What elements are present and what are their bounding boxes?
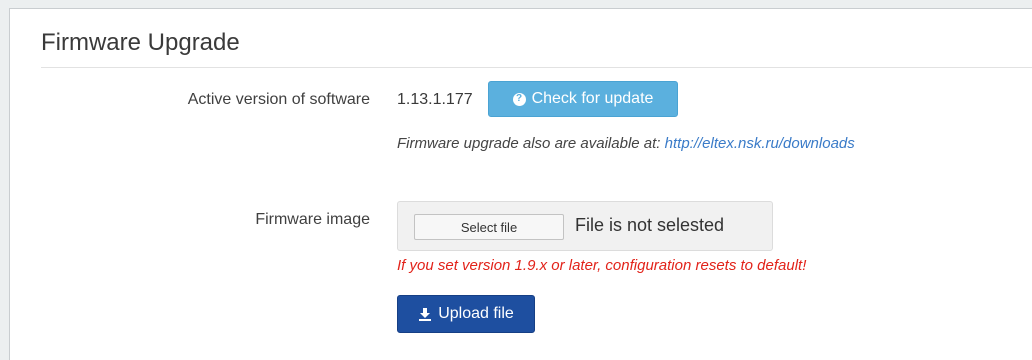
firmware-upgrade-panel: Firmware Upgrade Active version of softw… [9, 8, 1032, 360]
downloads-link[interactable]: http://eltex.nsk.ru/downloads [665, 135, 855, 152]
upload-file-label: Upload file [438, 305, 514, 322]
check-for-update-button[interactable]: ? Check for update [488, 81, 678, 117]
question-circle-icon: ? [512, 92, 526, 106]
file-input: Select file File is not selested [397, 201, 773, 251]
file-status-text: File is not selested [575, 215, 725, 235]
firmware-image-label: Firmware image [255, 211, 370, 228]
page-title: Firmware Upgrade [41, 29, 240, 56]
title-divider [41, 67, 1032, 68]
firmware-hint-text: Firmware upgrade also are available at: [397, 135, 661, 152]
upload-file-button[interactable]: Upload file [397, 295, 535, 333]
firmware-hint: Firmware upgrade also are available at: … [397, 135, 855, 152]
reset-warning: If you set version 1.9.x or later, confi… [397, 257, 807, 274]
check-for-update-label: Check for update [531, 90, 654, 107]
active-version-label: Active version of software [187, 91, 370, 108]
select-file-button[interactable]: Select file [414, 214, 564, 240]
download-icon [419, 308, 432, 321]
active-version-value: 1.13.1.177 [397, 91, 473, 108]
